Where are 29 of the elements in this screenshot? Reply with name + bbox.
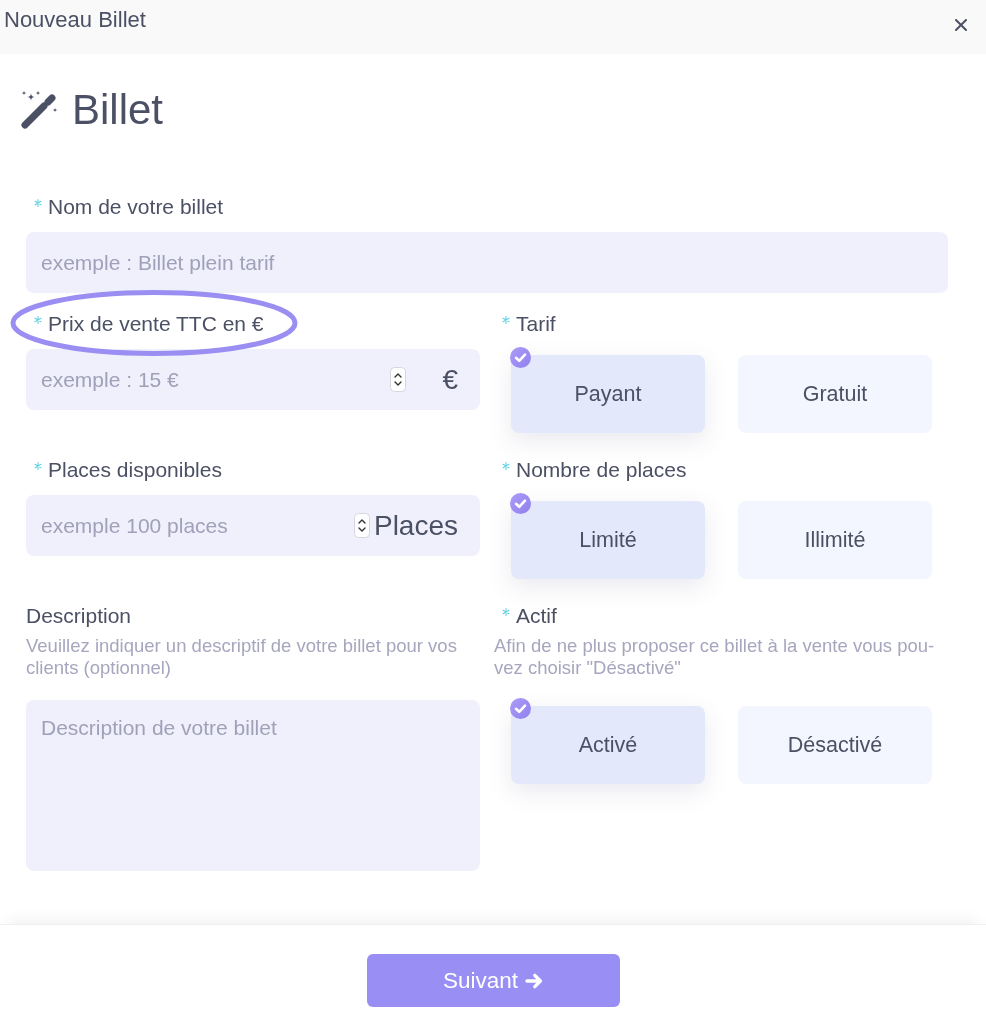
spinner-icon[interactable] [390, 367, 406, 392]
option-card[interactable]: Gratuit [738, 355, 932, 433]
option-card[interactable]: Payant [511, 355, 705, 433]
unit-label: Places [373, 509, 458, 542]
field-label: Nombre de places [516, 459, 687, 481]
magic-wand-icon [20, 90, 58, 130]
close-icon [955, 19, 967, 31]
option-card[interactable]: Désactivé [738, 706, 932, 784]
help-text: Afin de ne plus proposer ce billet à la vente vous pou-vez choisir "Désactivé" [494, 635, 936, 679]
field-label: Tarif [516, 313, 556, 335]
section-title: Billet [72, 88, 164, 132]
dialog-title: Nouveau Billet [4, 7, 146, 33]
text-area[interactable]: Description de votre billet [26, 700, 480, 871]
field-label: Description [26, 605, 132, 627]
option-card[interactable]: Activé [511, 706, 705, 784]
help-text: Veuillez indiquer un descriptif de votre billet pour vos clients (optionnel) [26, 635, 458, 679]
option-card[interactable]: Limité [511, 501, 705, 579]
field-label: Places disponibles [48, 459, 222, 481]
check-badge-icon [510, 347, 531, 368]
field-label: Prix de vente TTC en € [48, 313, 264, 335]
arrow-right-icon [525, 971, 544, 990]
check-badge-icon [510, 698, 531, 719]
unit-label: € [442, 363, 458, 396]
option-card[interactable]: Illimité [738, 501, 932, 579]
spinner-icon[interactable] [353, 513, 370, 538]
text-input[interactable]: exemple : Billet plein tarif [26, 232, 948, 293]
field-label: Actif [516, 605, 557, 627]
field-label: Nom de votre billet [48, 196, 224, 218]
check-badge-icon [510, 493, 531, 514]
